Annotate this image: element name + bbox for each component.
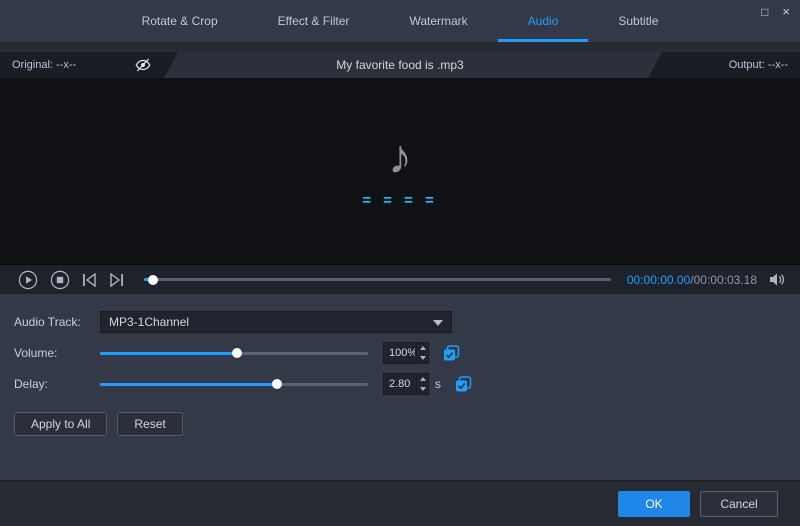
footer-bar: OK Cancel — [0, 480, 800, 526]
delay-slider-handle[interactable] — [271, 379, 282, 389]
playback-progress-slider[interactable] — [144, 274, 611, 285]
close-icon[interactable]: × — [782, 4, 790, 20]
maximize-icon[interactable]: □ — [761, 4, 768, 20]
info-bar: My favorite food is .mp3 Original: --x--… — [0, 52, 800, 78]
delay-apply-to-all-icon[interactable] — [455, 375, 472, 393]
eye-off-icon[interactable] — [134, 56, 152, 77]
tab-subtitle[interactable]: Subtitle — [588, 0, 688, 42]
playback-progress-handle[interactable] — [148, 274, 159, 285]
reset-button[interactable]: Reset — [117, 412, 183, 436]
volume-field — [383, 342, 429, 364]
volume-label: Volume: — [14, 346, 58, 360]
timecode: 00:00:00.00/00:00:03.18 — [627, 273, 757, 287]
chevron-down-icon — [433, 320, 443, 326]
audio-track-row: Audio Track: MP3-1Channel — [14, 310, 800, 334]
player-bar: 00:00:00.00/00:00:03.18 — [0, 264, 800, 294]
window-controls: □ × — [761, 4, 790, 20]
volume-slider[interactable] — [100, 348, 368, 358]
output-resolution-segment: Output: --x-- — [648, 52, 800, 78]
music-note-icon: ♪ — [388, 130, 412, 184]
play-button[interactable] — [18, 270, 38, 290]
delay-field — [383, 373, 429, 395]
audio-track-value: MP3-1Channel — [109, 315, 190, 329]
volume-mute-icon[interactable] — [769, 272, 786, 287]
tab-effect-filter[interactable]: Effect & Filter — [248, 0, 380, 42]
ok-button[interactable]: OK — [618, 490, 690, 517]
tabbar-spacer — [0, 42, 800, 52]
audio-settings-window: Rotate & Crop Effect & Filter Watermark … — [0, 0, 800, 526]
volume-apply-to-all-icon[interactable] — [443, 344, 460, 362]
delay-slider-fill — [100, 382, 277, 386]
tab-bar: Rotate & Crop Effect & Filter Watermark … — [0, 0, 800, 42]
output-resolution-label: Output: --x-- — [728, 59, 788, 71]
delay-label: Delay: — [14, 377, 49, 391]
volume-slider-handle[interactable] — [231, 348, 242, 358]
tabs-nav: Rotate & Crop Effect & Filter Watermark … — [112, 0, 689, 42]
audio-settings-panel: Audio Track: MP3-1Channel Volume: 100% D… — [0, 294, 800, 480]
tab-audio[interactable]: Audio — [497, 0, 589, 42]
original-resolution-segment: Original: --x-- — [0, 52, 178, 78]
stop-button[interactable] — [50, 270, 70, 290]
tab-rotate-crop[interactable]: Rotate & Crop — [112, 0, 248, 42]
audio-track-label: Audio Track: — [14, 315, 81, 329]
delay-unit: s — [435, 377, 441, 391]
previous-frame-button[interactable] — [82, 272, 97, 287]
apply-to-all-button[interactable]: Apply to All — [14, 412, 108, 436]
audio-track-dropdown[interactable]: MP3-1Channel — [100, 311, 452, 333]
panel-buttons-row: Apply to All Reset — [14, 412, 800, 436]
delay-spin-down[interactable] — [417, 384, 428, 394]
delay-row: Delay: s — [14, 372, 800, 396]
volume-spin-up[interactable] — [417, 343, 428, 353]
delay-spinner — [416, 374, 428, 394]
volume-spin-down[interactable] — [417, 353, 428, 363]
volume-row: Volume: — [14, 341, 800, 365]
loading-dashes: = = = = — [362, 191, 438, 209]
delay-slider[interactable] — [100, 379, 368, 389]
volume-slider-fill — [100, 351, 237, 355]
cancel-button[interactable]: Cancel — [700, 490, 778, 517]
time-current: 00:00:00.00 — [626, 272, 691, 287]
delay-spin-up[interactable] — [417, 374, 428, 384]
original-resolution-label: Original: --x-- — [12, 59, 77, 71]
volume-spinner — [416, 343, 428, 363]
preview-area: ♪ = = = = — [0, 78, 800, 264]
tab-watermark[interactable]: Watermark — [379, 0, 497, 42]
time-total: 00:00:03.18 — [693, 272, 757, 287]
next-frame-button[interactable] — [109, 272, 124, 287]
